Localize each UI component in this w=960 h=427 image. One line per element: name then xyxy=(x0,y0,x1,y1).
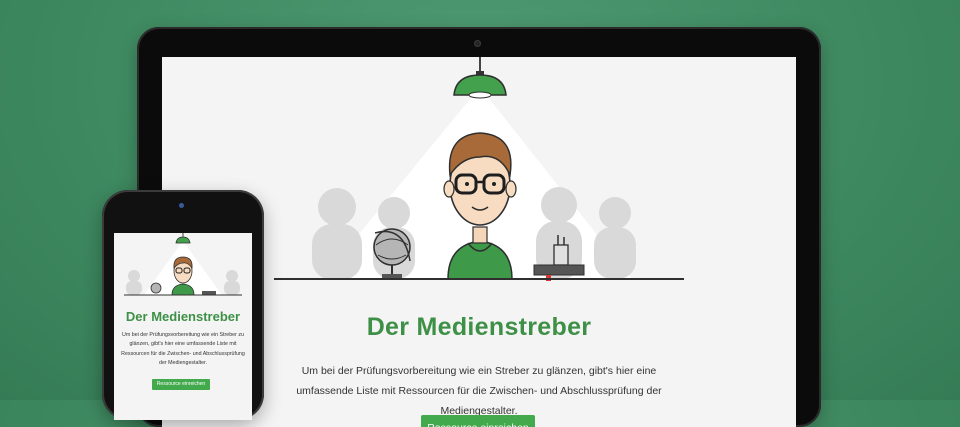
hero-illustration-mobile xyxy=(124,233,242,296)
submit-resource-button[interactable]: Ressource einreichen xyxy=(421,415,535,427)
page-title-mobile: Der Medienstreber xyxy=(125,309,241,324)
phone-camera xyxy=(179,203,184,208)
lamp-icon xyxy=(175,236,191,244)
submit-resource-button-mobile[interactable]: Ressource einreichen xyxy=(152,379,210,390)
lamp-icon xyxy=(453,57,507,99)
hero-description-mobile: Um bei der Prüfungsvorbereitung wie ein … xyxy=(121,332,245,367)
globe-icon xyxy=(150,282,162,294)
book-icon xyxy=(202,291,216,295)
phone-frame: Der Medienstreber Um bei der Prüfungsvor… xyxy=(102,190,264,420)
nerd-character-icon xyxy=(171,256,195,296)
nerd-character-icon xyxy=(443,132,517,280)
laptop-camera xyxy=(474,40,481,47)
hero-description: Um bei der Prüfungsvorbereitung wie ein … xyxy=(296,365,662,417)
phone-screen: Der Medienstreber Um bei der Prüfungsvor… xyxy=(114,233,252,420)
